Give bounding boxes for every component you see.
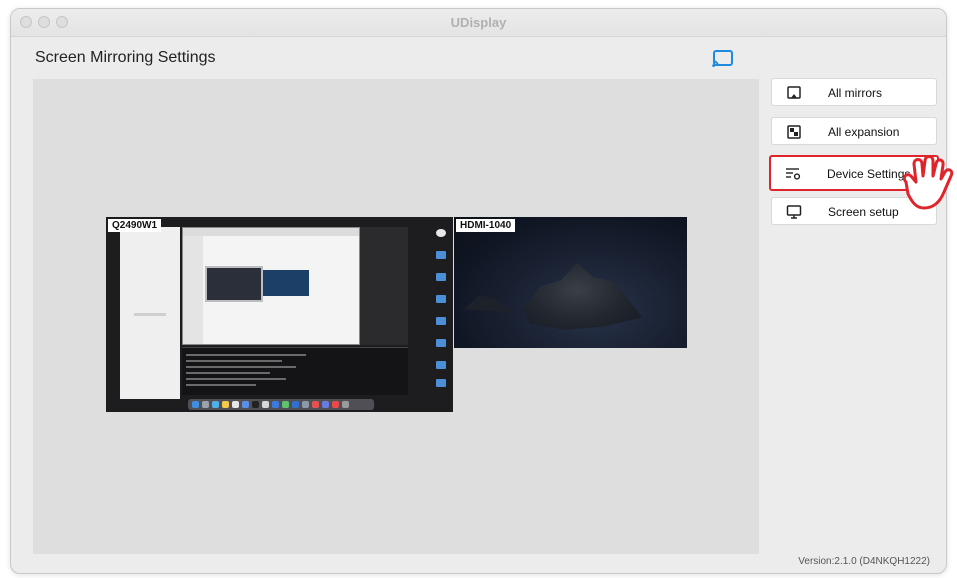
monitor-arrangement-canvas[interactable]: Q2490W1 HDMI-1040 [33, 79, 759, 554]
expansion-icon [787, 125, 801, 139]
window-title: UDisplay [450, 15, 507, 30]
button-label: Device Settings [827, 167, 911, 181]
version-label: Version:2.1.0 (D4NKQH1222) [798, 556, 930, 567]
settings-list-icon [786, 168, 801, 180]
screen-content [182, 347, 408, 395]
monitor-hdmi-1040[interactable]: HDMI-1040 [454, 217, 687, 348]
monitor-label: HDMI-1040 [456, 219, 516, 232]
screen-content [120, 227, 180, 399]
monitor-q2490w1[interactable]: Q2490W1 [106, 217, 453, 412]
desktop-icons [412, 227, 450, 397]
screen-content [182, 227, 360, 345]
page-title: Screen Mirroring Settings [35, 49, 216, 66]
mirror-icon [787, 86, 801, 99]
screen-content [360, 227, 408, 345]
wallpaper-island [464, 295, 514, 313]
hand-pointer-icon [902, 155, 954, 210]
dock [188, 399, 374, 410]
app-window: UDisplay Screen Mirroring Settings Q2490… [10, 8, 947, 574]
monitor-label: Q2490W1 [108, 219, 162, 232]
all-mirrors-button[interactable]: All mirrors [771, 78, 937, 106]
monitor-icon [786, 205, 802, 219]
button-label: Screen setup [828, 205, 899, 219]
wallpaper-island [522, 262, 642, 330]
title-bar: UDisplay [11, 9, 946, 37]
cast-icon[interactable] [711, 49, 735, 69]
button-label: All expansion [828, 125, 900, 139]
button-label: All mirrors [828, 86, 882, 100]
all-expansion-button[interactable]: All expansion [771, 117, 937, 145]
